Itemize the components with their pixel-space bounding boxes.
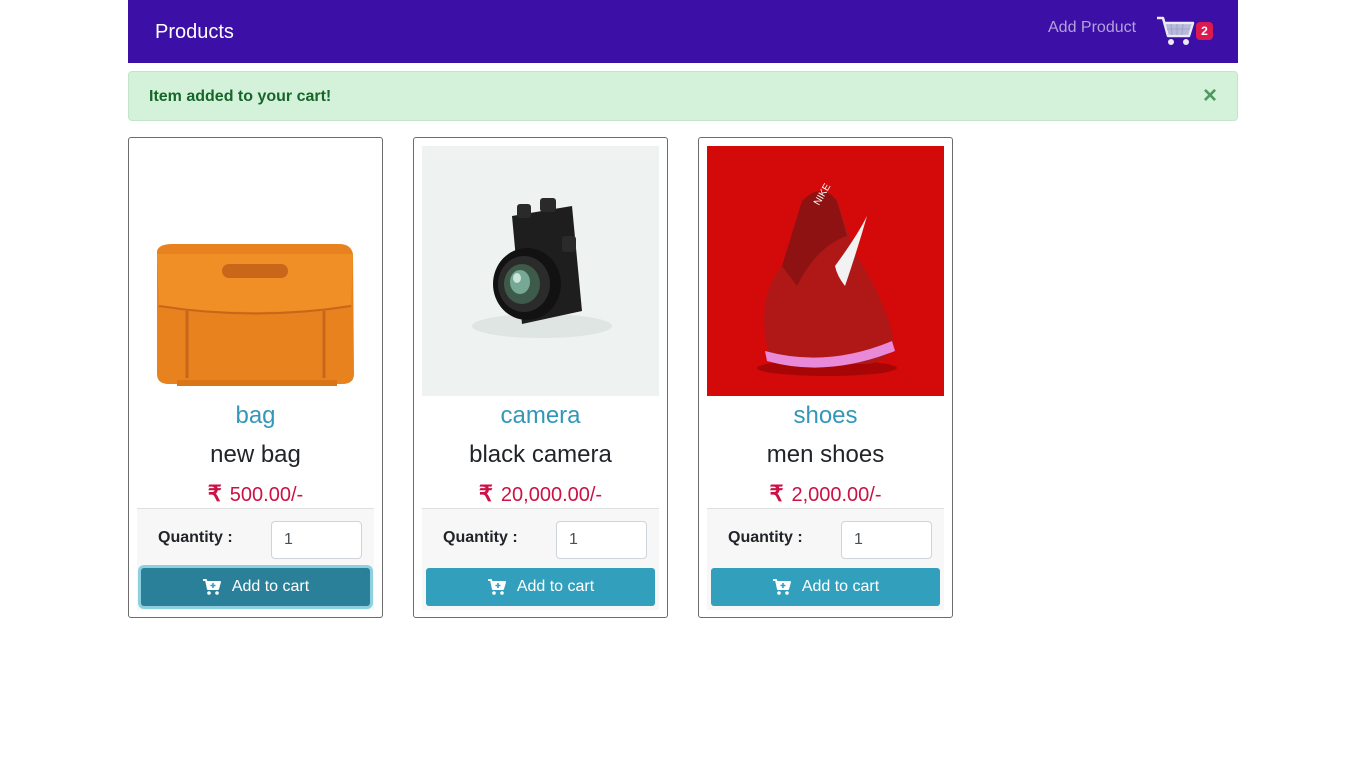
product-card-bag: bag new bag ₹500.00/- Quantity : Add to …	[128, 137, 383, 618]
rupee-icon: ₹	[478, 481, 493, 506]
quantity-label: Quantity :	[443, 529, 518, 546]
product-price: ₹500.00/-	[129, 481, 382, 507]
product-name: black camera	[469, 441, 612, 468]
product-image-bag	[137, 146, 374, 396]
close-icon[interactable]: ×	[1203, 84, 1217, 108]
quantity-input[interactable]	[556, 521, 647, 559]
quantity-label: Quantity :	[158, 529, 233, 546]
add-to-cart-label: Add to cart	[231, 578, 310, 595]
product-image-shoes: NIKE	[707, 146, 944, 396]
cart-link[interactable]: 2	[1156, 14, 1216, 48]
cart-plus-icon	[202, 578, 222, 596]
add-to-cart-button[interactable]: Add to cart	[141, 568, 370, 606]
add-to-cart-label: Add to cart	[516, 578, 595, 595]
success-alert: Item added to your cart! ×	[128, 71, 1238, 121]
quantity-input[interactable]	[271, 521, 362, 559]
price-value: 2,000.00/-	[791, 484, 882, 506]
card-footer: Quantity : Add to cart	[707, 508, 944, 610]
cart-plus-icon	[487, 578, 507, 596]
add-to-cart-button[interactable]: Add to cart	[426, 568, 655, 606]
price-value: 20,000.00/-	[500, 484, 603, 506]
quantity-input[interactable]	[841, 521, 932, 559]
card-footer: Quantity : Add to cart	[137, 508, 374, 610]
product-price: ₹2,000.00/-	[699, 481, 952, 507]
product-category[interactable]: camera	[414, 402, 667, 430]
product-card-camera: camera black camera ₹20,000.00/- Quantit…	[413, 137, 668, 618]
quantity-label: Quantity :	[728, 529, 803, 546]
add-to-cart-button[interactable]: Add to cart	[711, 568, 940, 606]
cart-plus-icon	[772, 578, 792, 596]
product-price: ₹20,000.00/-	[414, 481, 667, 507]
cart-count-badge: 2	[1196, 22, 1213, 40]
price-value: 500.00/-	[229, 484, 304, 506]
rupee-icon: ₹	[769, 481, 784, 506]
product-category[interactable]: bag	[129, 402, 382, 430]
product-name: men shoes	[766, 441, 885, 468]
product-image-camera	[422, 146, 659, 396]
card-footer: Quantity : Add to cart	[422, 508, 659, 610]
navbar: Products Add Product 2	[128, 0, 1238, 63]
product-card-shoes: NIKE shoes men shoes ₹2,000.00/- Quantit…	[698, 137, 953, 618]
rupee-icon: ₹	[207, 481, 222, 506]
product-name: new bag	[210, 441, 301, 468]
alert-message: Item added to your cart!	[149, 88, 332, 105]
shopping-cart-icon	[1157, 16, 1195, 45]
add-product-link[interactable]: Add Product	[1048, 19, 1136, 37]
product-category[interactable]: shoes	[699, 402, 952, 430]
add-to-cart-label: Add to cart	[801, 578, 880, 595]
brand-link[interactable]: Products	[155, 21, 234, 44]
